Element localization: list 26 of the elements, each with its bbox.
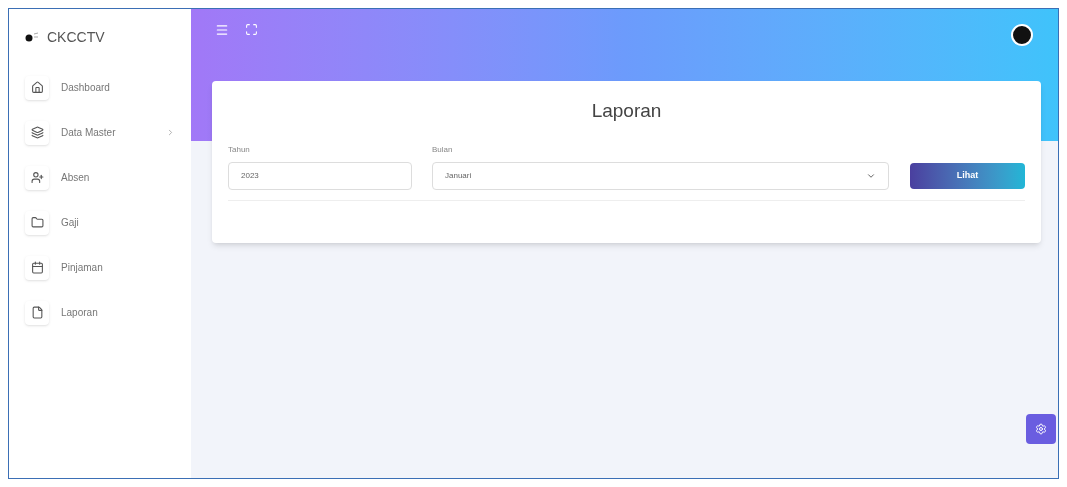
home-icon (30, 81, 44, 94)
brand-name: CKCCTV (47, 27, 105, 47)
fullscreen-icon[interactable] (245, 23, 258, 36)
field-label: Bulan (432, 143, 454, 156)
menu-icon[interactable] (215, 23, 229, 37)
calendar-icon (30, 261, 44, 274)
folder-icon (30, 216, 44, 229)
sidebar-item[interactable]: Data Master (9, 110, 191, 155)
card-title: Laporan (590, 99, 663, 123)
sidebar-item[interactable]: Laporan (9, 290, 191, 335)
sidebar-item[interactable]: Absen (9, 155, 191, 200)
sidebar-item[interactable]: Gaji (9, 200, 191, 245)
file-icon (30, 306, 44, 319)
user-icon (30, 171, 44, 184)
sidebar-item[interactable]: Pinjaman (9, 245, 191, 290)
sidebar-item[interactable]: Dashboard (9, 65, 191, 110)
view-button[interactable]: Lihat (910, 162, 1025, 189)
settings-button[interactable] (1026, 414, 1056, 444)
logo-icon (25, 32, 39, 42)
year-field[interactable]: 2023 (228, 161, 412, 190)
field-label: Tahun (228, 143, 251, 156)
month-select[interactable]: Januari (432, 161, 889, 190)
layers-icon (30, 126, 44, 139)
chevron-icon (166, 128, 175, 137)
gear-icon (1035, 423, 1047, 435)
user-avatar-icon[interactable] (1010, 23, 1034, 47)
